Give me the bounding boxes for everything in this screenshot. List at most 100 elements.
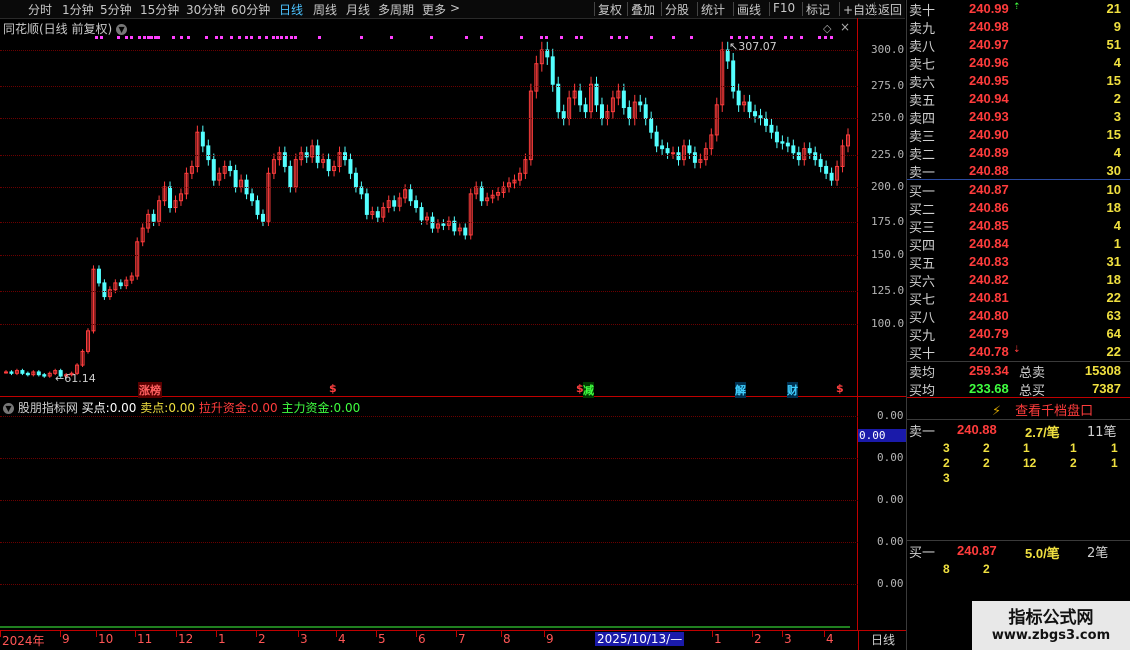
ask-row[interactable]: 卖一 240.88 30 xyxy=(907,162,1130,181)
candle-body xyxy=(9,371,14,374)
ask-row[interactable]: 卖六 240.95 15 xyxy=(907,72,1130,91)
date-label: 2025/10/13/— xyxy=(595,632,685,646)
event-mark-dividend[interactable]: $ xyxy=(836,382,844,395)
candle-body xyxy=(824,165,829,174)
date-tick xyxy=(416,631,417,637)
queue-header[interactable]: 卖一 240.88 2.7/笔 11笔 xyxy=(907,421,1130,440)
period-tab[interactable]: 日线 xyxy=(279,1,303,18)
period-tab[interactable]: 5分钟 xyxy=(100,1,132,18)
date-tick xyxy=(135,631,136,637)
toolbar-button[interactable]: 返回 xyxy=(878,1,902,18)
grid-line xyxy=(0,458,858,459)
event-mark-reduce[interactable]: 减 xyxy=(583,382,594,398)
bid-row[interactable]: 买五 240.83 31 xyxy=(907,253,1130,272)
bid-row[interactable]: 买八 240.80 63 xyxy=(907,307,1130,326)
event-mark-rank[interactable]: 涨榜 xyxy=(138,382,162,398)
toolbar-button[interactable]: 标记 xyxy=(806,1,830,18)
period-tab[interactable]: 60分钟 xyxy=(231,1,270,18)
toolbar-button[interactable]: 画线 xyxy=(737,1,761,18)
indicator-chart[interactable] xyxy=(0,397,858,630)
period-tab[interactable]: 多周期 xyxy=(378,1,414,18)
bid-volume: 1 xyxy=(1113,236,1121,251)
date-label: 9 xyxy=(546,632,554,646)
ask-row[interactable]: 卖十 240.99 21 ⇡ xyxy=(907,0,1130,19)
sell-avg-value: 259.34 xyxy=(969,363,1009,378)
queue-header[interactable]: 买一 240.87 5.0/笔 2笔 xyxy=(907,542,1130,561)
buy-avg-row: 买均 233.68 总买 7387 xyxy=(907,380,1130,399)
ask-price: 240.88 xyxy=(969,163,1009,178)
signal-dot xyxy=(430,36,433,39)
toolbar-button[interactable]: F10 xyxy=(773,1,795,15)
bid-row[interactable]: 买二 240.86 18 xyxy=(907,199,1130,218)
candle-body xyxy=(545,49,550,58)
grid-line xyxy=(0,222,858,223)
queue-price: 240.88 xyxy=(957,422,997,437)
period-tab[interactable]: 更多 xyxy=(422,1,446,18)
candle-body xyxy=(638,101,643,106)
toolbar-separator xyxy=(594,2,595,16)
candle-body xyxy=(665,148,670,154)
queue-order-size: 2 xyxy=(943,456,950,470)
signal-dot xyxy=(157,36,160,39)
candle-body xyxy=(151,213,156,222)
signal-dot xyxy=(540,36,543,39)
period-tab[interactable]: 30分钟 xyxy=(186,1,225,18)
bid-row[interactable]: 买四 240.84 1 xyxy=(907,235,1130,254)
bid-row[interactable]: 买六 240.82 18 xyxy=(907,271,1130,290)
bid-volume: 64 xyxy=(1106,326,1121,341)
period-button[interactable]: 日线 xyxy=(858,631,907,650)
date-tick xyxy=(752,631,753,637)
candle-body xyxy=(353,172,358,188)
bid-label: 买一 xyxy=(909,185,936,200)
candlestick-chart[interactable] xyxy=(0,30,858,396)
more-arrow-icon[interactable]: > xyxy=(450,1,460,15)
date-label: 3 xyxy=(300,632,308,646)
event-mark-unlock[interactable]: 解 xyxy=(735,382,746,398)
bid-row[interactable]: 买一 240.87 10 xyxy=(907,181,1130,200)
toolbar-button[interactable]: +自选 xyxy=(843,1,877,18)
candle-body xyxy=(780,141,785,144)
period-tab[interactable]: 分时 xyxy=(28,1,52,18)
candle-body xyxy=(643,104,648,120)
bid-row[interactable]: 买九 240.79 64 xyxy=(907,325,1130,344)
ask-label: 卖三 xyxy=(909,130,936,145)
price-tick: 150.0 xyxy=(871,248,905,261)
ask-row[interactable]: 卖四 240.93 3 xyxy=(907,108,1130,127)
event-mark-dividend[interactable]: $ xyxy=(329,382,337,395)
date-label: 3 xyxy=(784,632,792,646)
ask-row[interactable]: 卖二 240.89 4 xyxy=(907,144,1130,163)
toolbar-button[interactable]: 统计 xyxy=(701,1,725,18)
signal-dot xyxy=(610,36,613,39)
period-tab[interactable]: 15分钟 xyxy=(140,1,179,18)
date-label: 2 xyxy=(258,632,266,646)
view-depth-button[interactable]: ⚡ 查看千档盘口 xyxy=(992,400,1093,419)
ask-row[interactable]: 卖五 240.94 2 xyxy=(907,90,1130,109)
ask-row[interactable]: 卖九 240.98 9 xyxy=(907,18,1130,37)
date-tick xyxy=(501,631,502,637)
signal-dot xyxy=(143,36,146,39)
toolbar-button[interactable]: 复权 xyxy=(598,1,622,18)
ask-row[interactable]: 卖七 240.96 4 xyxy=(907,54,1130,73)
grid-line xyxy=(0,255,858,256)
signal-dot xyxy=(318,36,321,39)
indicator-tick: 0.00 xyxy=(877,493,904,506)
period-tab[interactable]: 1分钟 xyxy=(62,1,94,18)
ask-row[interactable]: 卖八 240.97 51 xyxy=(907,36,1130,55)
signal-dot xyxy=(154,36,157,39)
ask-row[interactable]: 卖三 240.90 15 xyxy=(907,126,1130,145)
candle-body xyxy=(288,165,293,188)
bid-row[interactable]: 买三 240.85 4 xyxy=(907,217,1130,236)
date-tick xyxy=(544,631,545,637)
event-mark-finance[interactable]: 财 xyxy=(787,382,798,398)
bid-row[interactable]: 买七 240.81 22 xyxy=(907,289,1130,308)
sell-avg-row: 卖均 259.34 总卖 15308 xyxy=(907,362,1130,381)
period-tab[interactable]: 周线 xyxy=(313,1,337,18)
queue-order-size: 12 xyxy=(1023,456,1037,470)
date-tick xyxy=(298,631,299,637)
toolbar-button[interactable]: 叠加 xyxy=(631,1,655,18)
candle-body xyxy=(255,200,260,215)
candle-body xyxy=(20,370,25,374)
bid-row[interactable]: 买十 240.78 22 ⇣ xyxy=(907,343,1130,362)
toolbar-button[interactable]: 分股 xyxy=(665,1,689,18)
period-tab[interactable]: 月线 xyxy=(346,1,370,18)
